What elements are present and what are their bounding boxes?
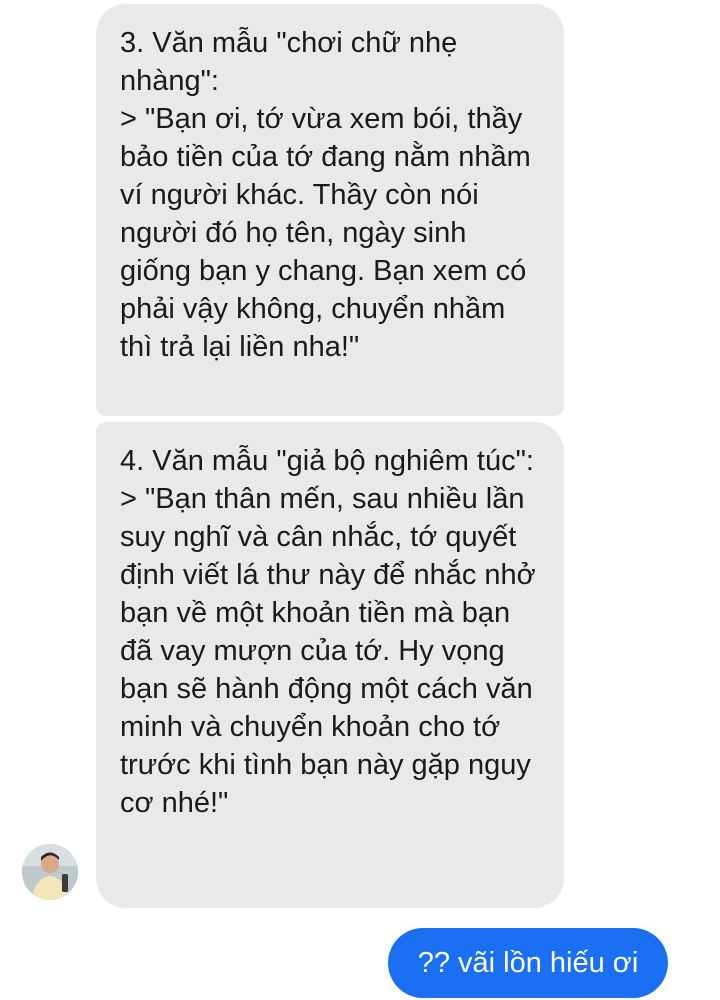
sender-avatar[interactable] <box>22 844 78 900</box>
incoming-message-bubble[interactable]: 3. Văn mẫu "chơi chữ nhẹ nhàng": > "Bạn … <box>96 4 564 416</box>
user-avatar-photo-icon <box>22 844 78 900</box>
outgoing-message-bubble[interactable]: ?? vãi lồn hiếu ơi <box>388 928 668 998</box>
incoming-message-bubble[interactable]: 4. Văn mẫu "giả bộ nghiêm túc": > "Bạn t… <box>96 422 564 908</box>
